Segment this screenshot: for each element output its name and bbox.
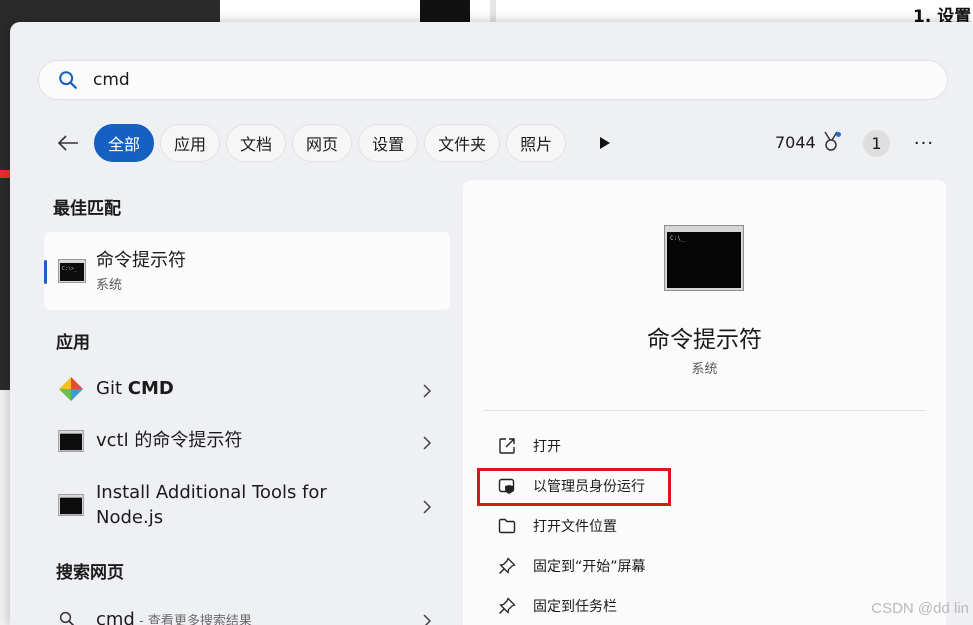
section-title-apps: 应用: [56, 333, 90, 353]
cmd-icon: C:\>_: [58, 259, 86, 283]
divider: [483, 410, 926, 411]
section-title-web-search: 搜索网页: [56, 563, 124, 583]
action-label: 固定到“开始”屏幕: [533, 559, 646, 575]
cmd-icon: [58, 430, 84, 452]
action-label: 打开: [533, 439, 561, 455]
selection-indicator: [44, 260, 47, 284]
chevron-right-icon: [423, 614, 432, 625]
medal-icon: [820, 130, 842, 154]
action-open[interactable]: 打开: [497, 436, 561, 456]
rewards-points[interactable]: 7044: [775, 130, 842, 154]
section-title-best-match: 最佳匹配: [53, 199, 121, 219]
app-item-git-cmd[interactable]: Git CMD: [44, 374, 450, 404]
filter-chip-web[interactable]: 网页: [292, 124, 353, 162]
cmd-icon: C:\_: [664, 225, 744, 291]
action-pin-to-start[interactable]: 固定到“开始”屏幕: [497, 556, 646, 576]
app-item-label: Install Additional Tools for Node.js: [96, 482, 327, 528]
search-icon: [59, 71, 77, 89]
web-search-item[interactable]: cmd - 查看更多搜索结果: [44, 604, 450, 625]
chevron-right-icon: [423, 436, 432, 450]
notification-dot: [835, 132, 841, 137]
filter-chip-folders[interactable]: 文件夹: [424, 124, 501, 162]
pin-icon: [497, 596, 517, 616]
action-label: 打开文件位置: [533, 519, 617, 535]
action-label: 固定到任务栏: [533, 599, 617, 615]
chevron-right-icon: [423, 384, 432, 398]
svg-text:C:\>_: C:\>_: [62, 266, 78, 272]
background-dark-block: [420, 0, 470, 22]
app-item-vctl-cmd[interactable]: vctl 的命令提示符: [44, 426, 450, 456]
play-icon: [600, 137, 611, 149]
svg-text:C:\_: C:\_: [670, 235, 685, 242]
cmd-icon: [58, 494, 84, 516]
filter-chip-all[interactable]: 全部: [94, 124, 155, 162]
detail-subtitle: 系统: [691, 362, 718, 377]
app-item-install-node-tools[interactable]: Install Additional Tools for Node.js: [44, 478, 450, 532]
account-count-badge[interactable]: 1: [863, 130, 890, 157]
more-options-button[interactable]: ···: [910, 130, 938, 157]
detail-title: 命令提示符: [647, 327, 762, 353]
folder-icon: [497, 516, 517, 536]
arrow-left-icon: [57, 135, 78, 151]
action-open-file-location[interactable]: 打开文件位置: [497, 516, 617, 536]
rewards-points-value: 7044: [775, 132, 816, 152]
search-box[interactable]: [38, 60, 948, 100]
action-pin-to-taskbar[interactable]: 固定到任务栏: [497, 596, 617, 616]
git-icon: [59, 377, 83, 401]
background-heading: 1. 设置: [913, 7, 972, 24]
filter-chip-photos[interactable]: 照片: [506, 124, 567, 162]
app-item-label: vctl 的命令提示符: [96, 430, 243, 451]
detail-pane: C:\_ 命令提示符 系统 打开 以管理员身份运行 打开文件位置 固定到“开始”…: [463, 180, 946, 625]
pin-icon: [497, 556, 517, 576]
filter-chip-settings[interactable]: 设置: [358, 124, 419, 162]
search-input[interactable]: [93, 70, 893, 90]
web-search-label: cmd - 查看更多搜索结果: [96, 609, 252, 625]
best-match-title: 命令提示符: [96, 250, 186, 271]
chevron-right-icon: [423, 500, 432, 514]
search-icon: [59, 611, 75, 625]
background-separator: [490, 0, 496, 22]
filter-bar: 全部 应用 文档 网页 设置 文件夹 照片: [50, 123, 620, 163]
open-external-icon: [497, 436, 517, 456]
filter-chip-apps[interactable]: 应用: [160, 124, 221, 162]
best-match-subtitle: 系统: [96, 278, 123, 293]
more-filters-button[interactable]: [590, 125, 620, 161]
back-button[interactable]: [50, 125, 86, 161]
watermark: CSDN @dd lin: [871, 600, 969, 617]
filter-chip-documents[interactable]: 文档: [226, 124, 287, 162]
best-match-item[interactable]: C:\>_ 命令提示符 系统: [44, 232, 450, 310]
start-search-panel: 全部 应用 文档 网页 设置 文件夹 照片 7044 1 ··· 最佳匹配: [10, 22, 973, 625]
annotation-highlight-box: [477, 468, 671, 506]
app-item-label: Git CMD: [96, 378, 174, 399]
